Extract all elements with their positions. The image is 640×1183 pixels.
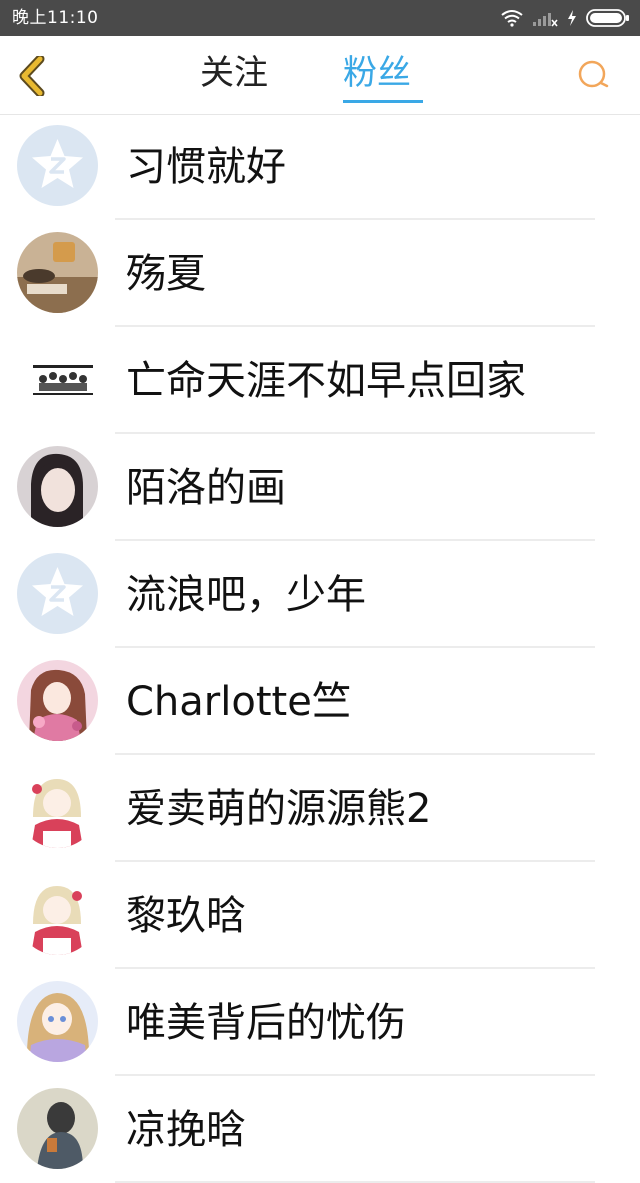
anime-avatar[interactable] (17, 874, 98, 955)
fan-name: 唯美背后的忧伤 (126, 1000, 406, 1046)
search-icon (578, 60, 609, 88)
fans-list: 习惯就好 殇夏 亡命天涯不如早点回家 陌洛的画 流浪吧，少年 Charlotte… (0, 113, 640, 1183)
fan-name: 亡命天涯不如早点回家 (126, 358, 526, 404)
status-bar: 晚上11:10 (0, 0, 640, 36)
anime-avatar[interactable] (17, 767, 98, 848)
fan-row[interactable]: 爱卖萌的源源熊2 (0, 755, 640, 862)
default-qzone-avatar[interactable] (17, 125, 98, 206)
photo-avatar[interactable] (17, 1088, 98, 1169)
tab-follow[interactable]: 关注 (200, 53, 268, 93)
fan-row[interactable]: 流浪吧，少年 (0, 541, 640, 648)
fan-name: 黎玖晗 (126, 893, 246, 939)
charging-icon (568, 10, 576, 26)
portrait-avatar[interactable] (17, 446, 98, 527)
fan-row[interactable]: 陌洛的画 (0, 434, 640, 541)
active-tab-indicator (343, 100, 423, 103)
fan-name: 殇夏 (126, 251, 206, 297)
nav-bar: 关注 粉丝 (0, 36, 640, 115)
fan-row[interactable]: 殇夏 (0, 220, 640, 327)
fan-row[interactable]: 习惯就好 (0, 113, 640, 220)
fan-name: 凉挽晗 (126, 1107, 246, 1153)
tab-fans[interactable]: 粉丝 (343, 53, 411, 93)
wifi-icon (501, 10, 523, 27)
status-time: 晚上11:10 (12, 8, 99, 28)
group-photo-avatar[interactable] (17, 339, 98, 420)
photo-avatar[interactable] (17, 232, 98, 313)
search-button[interactable] (576, 58, 610, 92)
back-button[interactable] (14, 54, 50, 98)
chevron-left-icon (19, 54, 45, 98)
signal-icon (533, 13, 558, 27)
fan-row[interactable]: Charlotte竺 (0, 648, 640, 755)
anime-avatar[interactable] (17, 660, 98, 741)
fan-name: 流浪吧，少年 (126, 572, 366, 618)
fan-name: 爱卖萌的源源熊2 (126, 786, 432, 832)
fan-row[interactable]: 凉挽晗 (0, 1076, 640, 1183)
status-icons (500, 7, 630, 29)
fan-row[interactable]: 唯美背后的忧伤 (0, 969, 640, 1076)
battery-icon (586, 9, 629, 27)
fan-name: 陌洛的画 (126, 465, 286, 511)
fan-row[interactable]: 亡命天涯不如早点回家 (0, 327, 640, 434)
fan-name: Charlotte竺 (126, 679, 352, 725)
default-qzone-avatar[interactable] (17, 553, 98, 634)
fan-name: 习惯就好 (126, 144, 286, 190)
anime-avatar[interactable] (17, 981, 98, 1062)
fan-row[interactable]: 黎玖晗 (0, 862, 640, 969)
